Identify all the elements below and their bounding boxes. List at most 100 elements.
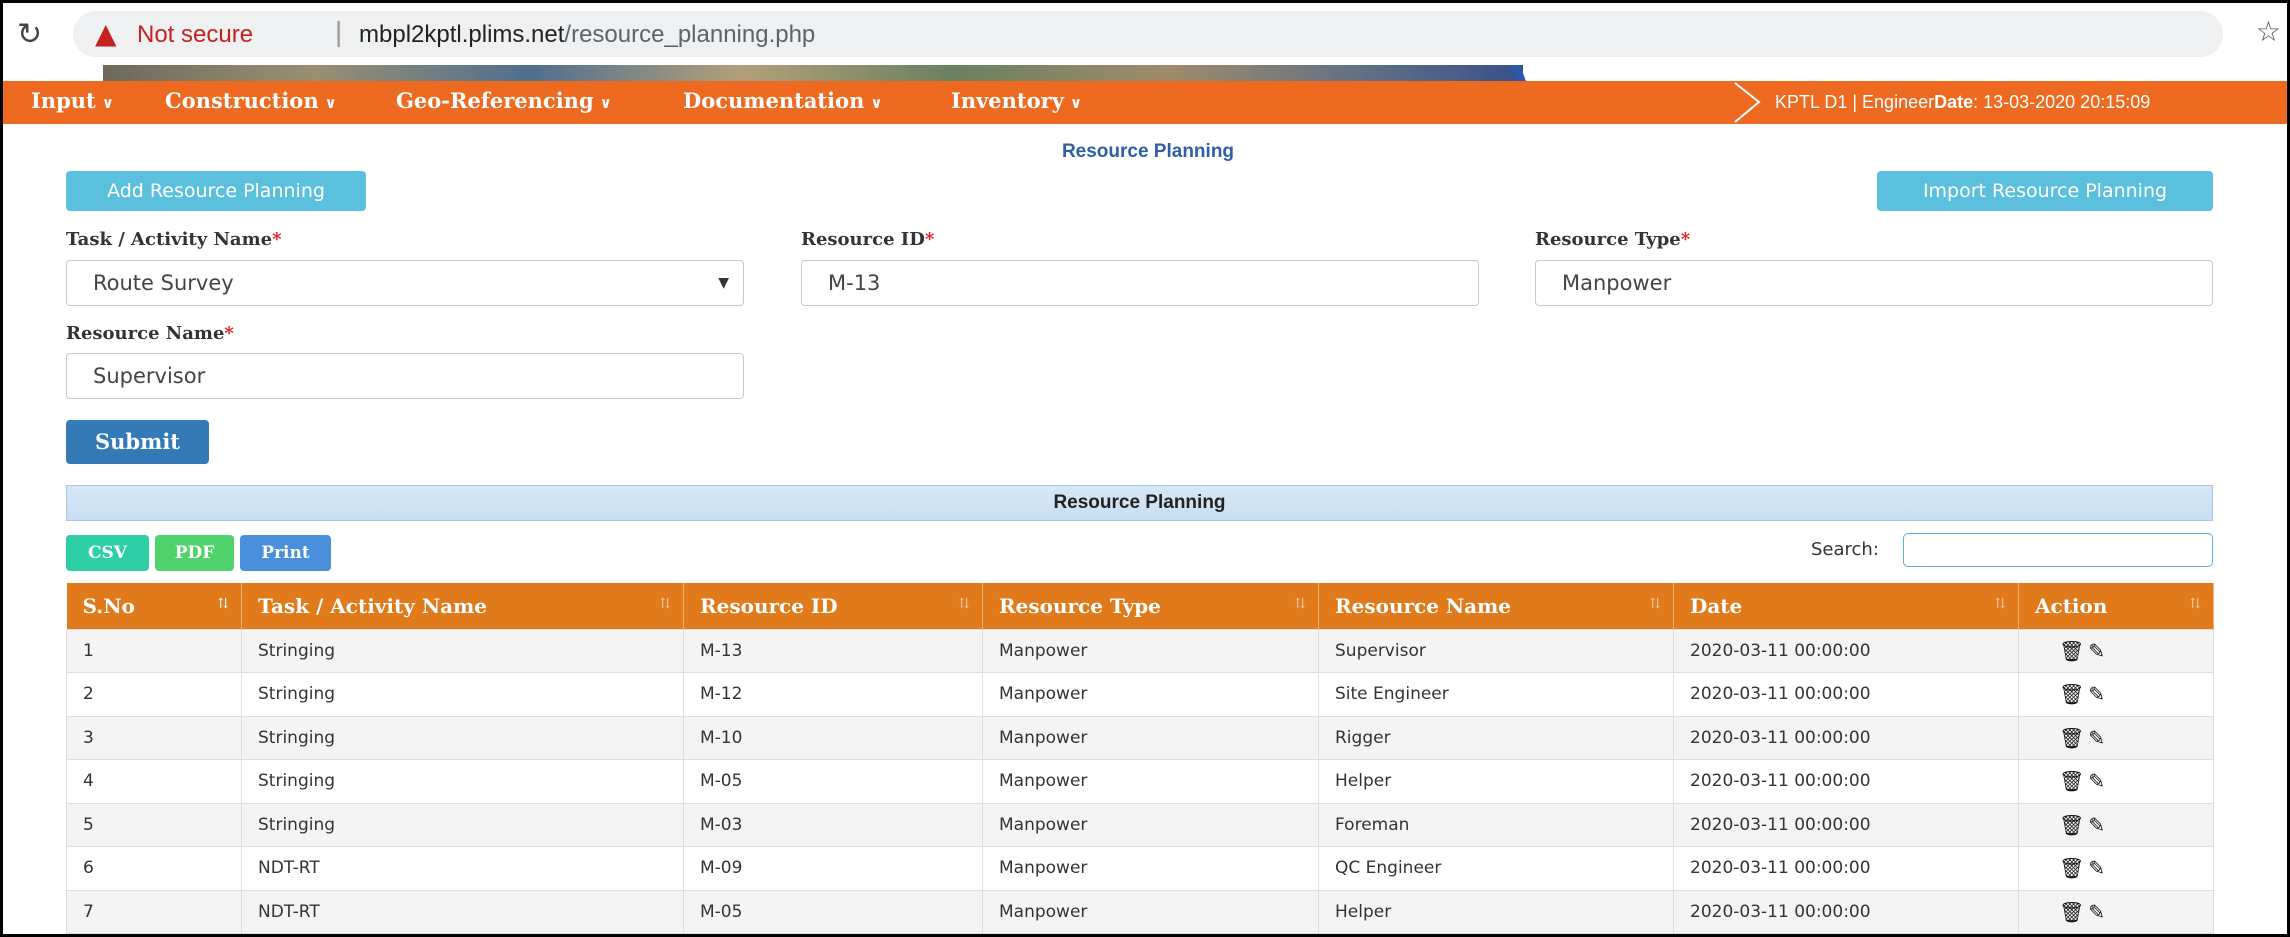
pencil-icon[interactable]: ✎ (2088, 900, 2105, 924)
star-icon[interactable]: ☆ (2256, 15, 2281, 48)
resource-name-label: Resource Name* (66, 323, 234, 344)
sort-icon: ⇅ (659, 596, 671, 612)
search-label: Search: (1811, 539, 1879, 560)
cell-task: Stringing (241, 759, 684, 804)
cell-resource-id: M-12 (683, 672, 983, 717)
cell-task: Stringing (241, 715, 684, 760)
pencil-icon[interactable]: ✎ (2088, 813, 2105, 837)
print-button[interactable]: Print (240, 535, 331, 571)
reload-icon[interactable]: ↻ (17, 17, 42, 52)
not-secure-label: Not secure (137, 21, 254, 48)
table-row: 7 NDT-RT M-05 Manpower Helper 2020-03-11… (66, 889, 2214, 934)
add-resource-planning-button[interactable]: Add Resource Planning (66, 171, 366, 211)
pdf-export-button[interactable]: PDF (155, 535, 234, 571)
nav-item-construction[interactable]: Construction ∨ (165, 88, 337, 113)
cell-actions: 🗑 ✎ (2018, 715, 2214, 760)
resource-id-label: Resource ID* (801, 229, 934, 250)
cell-date: 2020-03-11 00:00:00 (1673, 628, 2019, 673)
trash-icon[interactable]: 🗑 (2059, 639, 2084, 663)
browser-window: ↻ ▲ Not secure | mbpl2kptl.plims.net/res… (0, 0, 2290, 937)
column-header-label: Resource Name (1335, 593, 1512, 618)
sort-icon: ⇅ (1649, 596, 1661, 612)
cell-sno: 2 (66, 672, 242, 717)
trash-icon[interactable]: 🗑 (2059, 813, 2084, 837)
pencil-icon[interactable]: ✎ (2088, 769, 2105, 793)
cell-resource-name: Helper (1318, 759, 1674, 804)
chevron-down-icon: ∨ (599, 94, 612, 112)
nav-item-label: Input (31, 88, 96, 113)
column-header-action[interactable]: Action ⇅ (2018, 583, 2214, 629)
submit-button[interactable]: Submit (66, 420, 209, 464)
cell-actions: 🗑 ✎ (2018, 889, 2214, 934)
chevron-down-icon: ∨ (870, 94, 883, 112)
page-title: Resource Planning (1061, 141, 1235, 162)
column-header-resource-id[interactable]: Resource ID ⇅ (683, 583, 983, 629)
nav-item-label: Documentation (683, 88, 865, 113)
search-input[interactable] (1903, 533, 2213, 567)
field-value: Manpower (1562, 271, 1672, 295)
cell-sno: 3 (66, 715, 242, 760)
cell-actions: 🗑 ✎ (2018, 846, 2214, 891)
column-header-resource-type[interactable]: Resource Type ⇅ (982, 583, 1319, 629)
cell-date: 2020-03-11 00:00:00 (1673, 889, 2019, 934)
pencil-icon[interactable]: ✎ (2088, 726, 2105, 750)
trash-icon[interactable]: 🗑 (2059, 726, 2084, 750)
csv-export-button[interactable]: CSV (66, 535, 149, 571)
browser-toolbar: ↻ ▲ Not secure | mbpl2kptl.plims.net/res… (3, 3, 2287, 65)
table-row: 3 Stringing M-10 Manpower Rigger 2020-03… (66, 715, 2214, 760)
cell-sno: 1 (66, 628, 242, 673)
resource-type-label: Resource Type* (1535, 229, 1690, 250)
table-panel-title: Resource Planning (66, 485, 2213, 521)
cell-resource-type: Manpower (982, 889, 1319, 934)
column-header-resource-name[interactable]: Resource Name ⇅ (1318, 583, 1674, 629)
cell-task: Stringing (241, 628, 684, 673)
address-bar[interactable]: ▲ Not secure | mbpl2kptl.plims.net/resou… (73, 11, 2223, 57)
user-role: KPTL D1 | Engineer (1775, 92, 1935, 112)
nav-item-geo-referencing[interactable]: Geo-Referencing ∨ (396, 88, 612, 113)
nav-item-input[interactable]: Input ∨ (31, 88, 114, 113)
cell-resource-id: M-05 (683, 889, 983, 934)
cell-resource-name: Rigger (1318, 715, 1674, 760)
cell-actions: 🗑 ✎ (2018, 672, 2214, 717)
nav-item-inventory[interactable]: Inventory ∨ (951, 88, 1082, 113)
resource-id-field[interactable]: M-13 (801, 260, 1479, 306)
column-header-label: Date (1690, 593, 1743, 618)
header-banner-image (103, 65, 1523, 81)
pencil-icon[interactable]: ✎ (2088, 639, 2105, 663)
cell-resource-name: Helper (1318, 889, 1674, 934)
trash-icon[interactable]: 🗑 (2059, 856, 2084, 880)
column-header-task[interactable]: Task / Activity Name ⇅ (241, 583, 684, 629)
trash-icon[interactable]: 🗑 (2059, 900, 2084, 924)
resource-name-field[interactable]: Supervisor (66, 353, 744, 399)
nav-item-label: Geo-Referencing (396, 88, 594, 113)
url-text[interactable]: mbpl2kptl.plims.net/resource_planning.ph… (359, 21, 815, 49)
chevron-down-icon: ∨ (324, 94, 337, 112)
import-resource-planning-button[interactable]: Import Resource Planning (1877, 171, 2213, 211)
warning-icon: ▲ (95, 17, 117, 50)
cell-resource-name: Site Engineer (1318, 672, 1674, 717)
cell-resource-id: M-13 (683, 628, 983, 673)
resource-type-field[interactable]: Manpower (1535, 260, 2213, 306)
pencil-icon[interactable]: ✎ (2088, 682, 2105, 706)
cell-resource-type: Manpower (982, 628, 1319, 673)
cell-task: NDT-RT (241, 889, 684, 934)
pencil-icon[interactable]: ✎ (2088, 856, 2105, 880)
cell-date: 2020-03-11 00:00:00 (1673, 846, 2019, 891)
trash-icon[interactable]: 🗑 (2059, 682, 2084, 706)
label-text: Resource Name (66, 323, 225, 344)
task-activity-select[interactable]: Route Survey ▼ (66, 260, 744, 306)
field-value: Supervisor (93, 364, 206, 388)
cell-resource-type: Manpower (982, 672, 1319, 717)
nav-item-documentation[interactable]: Documentation ∨ (683, 88, 883, 113)
cell-resource-name: Foreman (1318, 802, 1674, 847)
sort-asc-icon: ⇅ (217, 596, 229, 612)
label-text: Resource ID (801, 229, 925, 250)
column-header-date[interactable]: Date ⇅ (1673, 583, 2019, 629)
nav-item-label: Construction (165, 88, 319, 113)
column-header-sno[interactable]: S.No ⇅ (66, 583, 242, 629)
trash-icon[interactable]: 🗑 (2059, 769, 2084, 793)
required-marker: * (272, 229, 282, 250)
table-row: 6 NDT-RT M-09 Manpower QC Engineer 2020-… (66, 846, 2214, 891)
table-header-row: S.No ⇅ Task / Activity Name ⇅ Resource ID ⇅… (66, 583, 2214, 629)
caret-down-icon: ▼ (718, 275, 729, 291)
